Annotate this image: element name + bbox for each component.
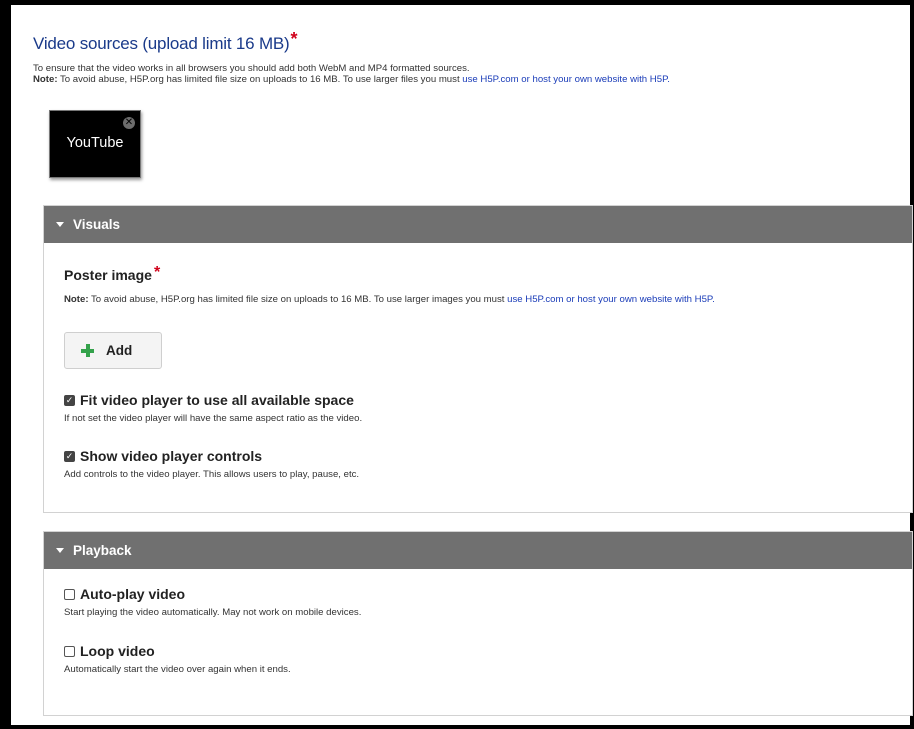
autoplay-checkbox-row[interactable]: Auto-play video xyxy=(64,586,185,602)
note-label: Note: xyxy=(64,294,89,305)
playback-group-title: Playback xyxy=(73,543,132,558)
loop-checkbox[interactable] xyxy=(64,645,75,657)
visuals-group-title: Visuals xyxy=(73,217,121,232)
poster-image-title-text: Poster image xyxy=(64,267,152,283)
loop-checkbox-row[interactable]: Loop video xyxy=(64,643,155,659)
video-source-tile-youtube[interactable]: ✕ YouTube xyxy=(49,110,141,178)
loop-description: Automatically start the video over again… xyxy=(64,664,291,675)
playback-group-header[interactable]: Playback xyxy=(44,532,912,569)
playback-group: Playback Auto-play video Start playing t… xyxy=(43,531,913,716)
autoplay-label: Auto-play video xyxy=(80,586,186,602)
visuals-group: Visuals Poster image * Note: To avoid abu… xyxy=(43,205,913,513)
fit-player-label: Fit video player to use all available sp… xyxy=(80,392,354,408)
poster-image-note: Note: To avoid abuse, H5P.org has limite… xyxy=(64,294,894,306)
caret-down-icon xyxy=(56,222,64,227)
note-text: To avoid abuse, H5P.org has limited file… xyxy=(57,74,463,85)
close-circle-icon[interactable]: ✕ xyxy=(123,117,135,129)
fit-player-checkbox-row[interactable]: ✓ Fit video player to use all available … xyxy=(64,392,354,408)
poster-image-title: Poster image * xyxy=(64,264,160,283)
h5p-hosting-link[interactable]: use H5P.com or host your own website wit… xyxy=(507,294,715,305)
fit-player-checkbox[interactable]: ✓ xyxy=(64,394,75,406)
video-sources-title: Video sources (upload limit 16 MB)* xyxy=(33,29,298,54)
video-sources-title-text: Video sources (upload limit 16 MB) xyxy=(33,34,290,53)
required-marker: * xyxy=(290,29,298,49)
note-text: To avoid abuse, H5P.org has limited file… xyxy=(88,294,508,305)
window-frame: Video sources (upload limit 16 MB)* To e… xyxy=(0,0,914,729)
add-poster-button[interactable]: Add xyxy=(64,332,162,369)
video-sources-note: Note: To avoid abuse, H5P.org has limite… xyxy=(33,74,913,86)
fit-player-description: If not set the video player will have th… xyxy=(64,413,363,424)
h5p-hosting-link[interactable]: use H5P.com or host your own website wit… xyxy=(462,74,670,85)
loop-label: Loop video xyxy=(80,643,155,659)
autoplay-description: Start playing the video automatically. M… xyxy=(64,607,362,618)
show-controls-checkbox-row[interactable]: ✓ Show video player controls xyxy=(64,448,262,464)
show-controls-checkbox[interactable]: ✓ xyxy=(64,450,75,462)
note-label: Note: xyxy=(33,74,58,85)
caret-down-icon xyxy=(56,548,64,553)
required-marker: * xyxy=(153,264,161,281)
video-source-label: YouTube xyxy=(66,135,124,151)
show-controls-description: Add controls to the video player. This a… xyxy=(64,469,360,480)
plus-icon xyxy=(81,344,94,357)
show-controls-label: Show video player controls xyxy=(80,448,263,464)
autoplay-checkbox[interactable] xyxy=(64,588,75,600)
visuals-group-header[interactable]: Visuals xyxy=(44,206,912,243)
add-poster-label: Add xyxy=(106,343,133,358)
